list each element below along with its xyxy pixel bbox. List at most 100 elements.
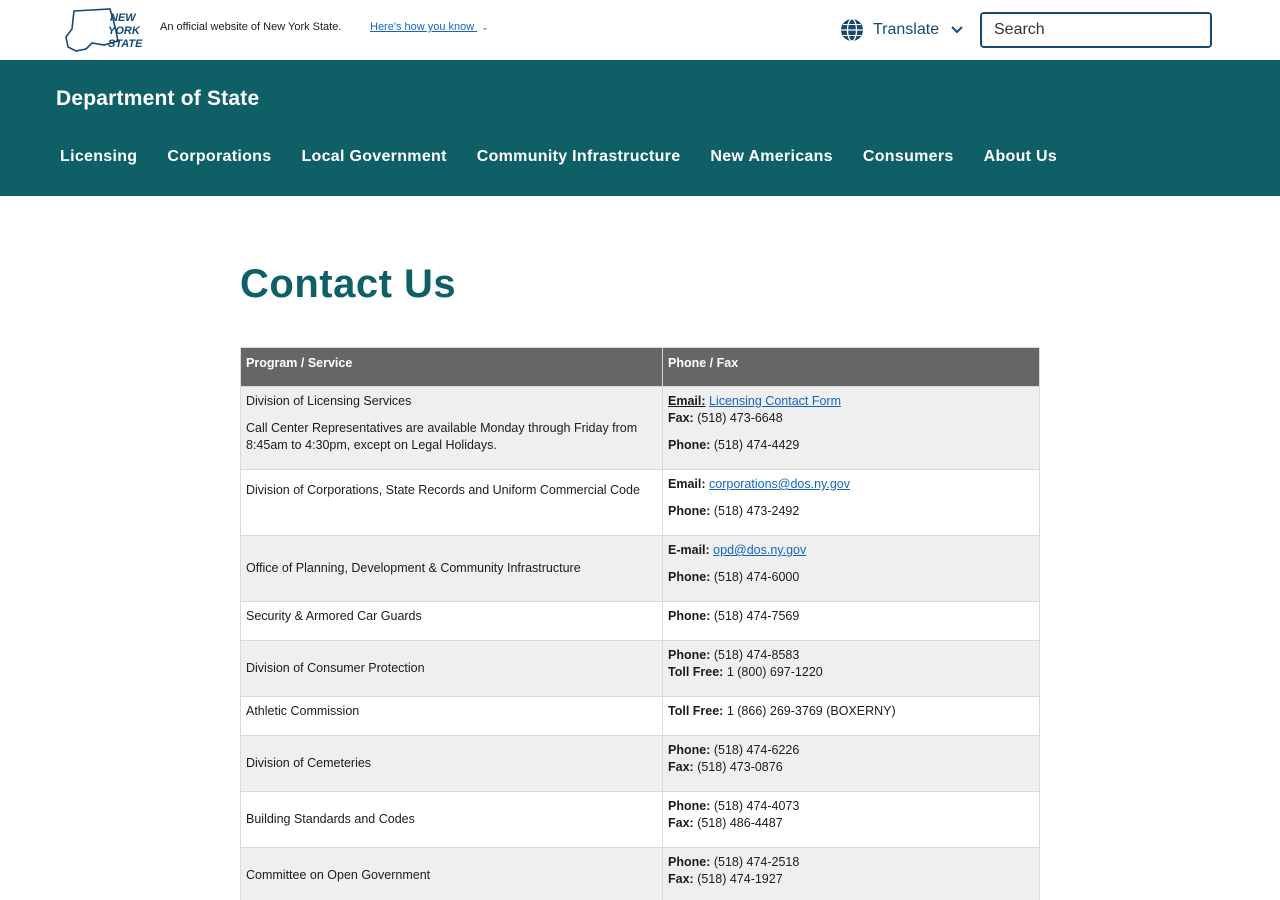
agency-title[interactable]: Department of State (56, 87, 259, 111)
phone-label: Phone: (668, 855, 711, 869)
program-cell: Security & Armored Car Guards (240, 601, 663, 641)
contact-cell: Phone: (518) 474-8583 Toll Free: 1 (800)… (662, 640, 1040, 697)
page-title: Contact Us (240, 262, 457, 306)
table-row: Division of Consumer Protection Phone: (… (240, 640, 1040, 697)
phone-value: (518) 474-7569 (713, 609, 800, 623)
program-name: Division of Cemeteries (246, 756, 372, 770)
program-cell: Committee on Open Government (240, 847, 663, 900)
contact-cell: Email: corporations@dos.ny.gov Phone: (5… (662, 469, 1040, 536)
program-note: Call Center Representatives are availabl… (246, 421, 638, 452)
translate-button[interactable]: Translate (840, 16, 963, 44)
search-input[interactable] (982, 14, 1210, 46)
program-cell: Building Standards and Codes (240, 791, 663, 848)
column-header-program: Program / Service (240, 347, 663, 387)
program-name: Division of Consumer Protection (246, 661, 425, 675)
program-cell: Division of Consumer Protection (240, 640, 663, 697)
phone-value: (518) 473-2492 (713, 504, 800, 518)
table-row: Athletic Commission Toll Free: 1 (866) 2… (240, 696, 1040, 736)
contacts-table: Program / Service Phone / Fax Division o… (240, 347, 1040, 900)
contact-cell: Phone: (518) 474-4073 Fax: (518) 486-448… (662, 791, 1040, 848)
search-form (980, 12, 1212, 48)
program-name: Committee on Open Government (246, 868, 431, 882)
program-cell: Office of Planning, Development & Commun… (240, 535, 663, 602)
official-website-text: An official website of New York State. (160, 21, 342, 33)
program-name: Division of Licensing Services (246, 394, 412, 408)
email-label: Email: (668, 394, 706, 408)
nav-item-local-government[interactable]: Local Government (301, 148, 446, 166)
phone-label: Phone: (668, 648, 711, 662)
phone-value: (518) 474-2518 (713, 855, 800, 869)
table-row: Division of Cemeteries Phone: (518) 474-… (240, 735, 1040, 792)
table-row: Office of Planning, Development & Commun… (240, 535, 1040, 602)
phone-label: Phone: (668, 570, 711, 584)
phone-label: Phone: (668, 743, 711, 757)
toll-free-label: Toll Free: (668, 704, 724, 718)
table-row: Committee on Open Government Phone: (518… (240, 847, 1040, 900)
fax-value: (518) 473-6648 (697, 411, 783, 425)
translate-label: Translate (873, 21, 940, 38)
contact-cell: Phone: (518) 474-6226 Fax: (518) 473-087… (662, 735, 1040, 792)
svg-text:STATE: STATE (108, 38, 143, 50)
toll-free-value: 1 (866) 269-3769 (BOXERNY) (726, 704, 896, 718)
toll-free-value: 1 (800) 697-1220 (726, 665, 823, 679)
program-name: Building Standards and Codes (246, 812, 415, 826)
program-name: Office of Planning, Development & Commun… (246, 561, 581, 575)
fax-value: (518) 473-0876 (697, 760, 783, 774)
fax-label: Fax: (668, 872, 694, 886)
how-you-know-link[interactable]: Here's how you know ⌄ (370, 21, 489, 33)
phone-label: Phone: (668, 799, 711, 813)
email-label: Email: (668, 477, 706, 491)
program-name: Division of Corporations, State Records … (246, 483, 640, 497)
svg-text:YORK: YORK (108, 25, 141, 37)
contact-cell: Phone: (518) 474-2518 Fax: (518) 474-192… (662, 847, 1040, 900)
phone-value: (518) 474-6226 (713, 743, 800, 757)
globe-icon (841, 18, 863, 42)
table-row: Building Standards and Codes Phone: (518… (240, 791, 1040, 848)
phone-label: Phone: (668, 438, 711, 452)
table-row: Security & Armored Car Guards Phone: (51… (240, 601, 1040, 641)
program-cell: Division of Licensing Services Call Cent… (240, 386, 663, 470)
program-cell: Division of Corporations, State Records … (240, 469, 663, 536)
nav-item-consumers[interactable]: Consumers (863, 148, 954, 166)
how-you-know-label: Here's how you know (370, 21, 475, 33)
phone-value: (518) 474-4429 (713, 438, 800, 452)
nav-item-about-us[interactable]: About Us (984, 148, 1058, 166)
agency-header: Department of State Licensing Corporatio… (0, 60, 1280, 196)
fax-value: (518) 486-4487 (697, 816, 783, 830)
contact-cell: Toll Free: 1 (866) 269-3769 (BOXERNY) (662, 696, 1040, 736)
chevron-down-icon: ⌄ (481, 22, 489, 32)
contact-cell: E-mail: opd@dos.ny.gov Phone: (518) 474-… (662, 535, 1040, 602)
program-cell: Division of Cemeteries (240, 735, 663, 792)
table-header-row: Program / Service Phone / Fax (240, 347, 1040, 387)
contact-cell: Email: Licensing Contact Form Fax: (518)… (662, 386, 1040, 470)
nav-item-new-americans[interactable]: New Americans (710, 148, 832, 166)
main-nav: Licensing Corporations Local Government … (60, 148, 1087, 166)
program-cell: Athletic Commission (240, 696, 663, 736)
licensing-contact-form-link[interactable]: Licensing Contact Form (709, 394, 841, 408)
phone-value: (518) 474-8583 (713, 648, 800, 662)
program-name: Athletic Commission (246, 704, 360, 718)
chevron-down-icon (951, 26, 963, 34)
nav-item-community-infrastructure[interactable]: Community Infrastructure (477, 148, 681, 166)
column-header-phone-fax: Phone / Fax (662, 347, 1040, 387)
fax-label: Fax: (668, 760, 694, 774)
nav-item-corporations[interactable]: Corporations (167, 148, 271, 166)
fax-label: Fax: (668, 816, 694, 830)
email-label: E-mail: (668, 543, 710, 557)
universal-header: NEW YORK STATE An official website of Ne… (0, 0, 1280, 60)
toll-free-label: Toll Free: (668, 665, 724, 679)
phone-label: Phone: (668, 504, 711, 518)
phone-value: (518) 474-6000 (713, 570, 800, 584)
contact-cell: Phone: (518) 474-7569 (662, 601, 1040, 641)
svg-text:NEW: NEW (110, 12, 137, 24)
nav-item-licensing[interactable]: Licensing (60, 148, 137, 166)
opd-email-link[interactable]: opd@dos.ny.gov (713, 543, 806, 557)
corporations-email-link[interactable]: corporations@dos.ny.gov (709, 477, 850, 491)
new-york-state-logo[interactable]: NEW YORK STATE (64, 7, 144, 53)
phone-value: (518) 474-4073 (713, 799, 800, 813)
fax-value: (518) 474-1927 (697, 872, 783, 886)
table-row: Division of Licensing Services Call Cent… (240, 386, 1040, 470)
phone-label: Phone: (668, 609, 711, 623)
fax-label: Fax: (668, 411, 694, 425)
program-name: Security & Armored Car Guards (246, 609, 422, 623)
